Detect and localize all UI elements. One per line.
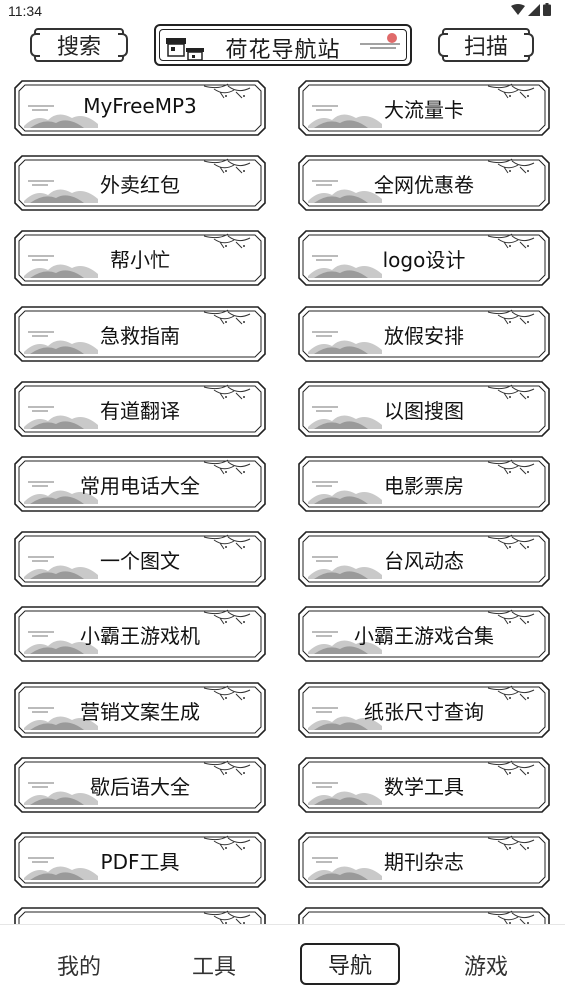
- tool-card[interactable]: [14, 907, 266, 924]
- tool-card[interactable]: [298, 907, 550, 924]
- nav-tools[interactable]: 工具: [164, 949, 264, 981]
- title-box: 荷花导航站: [154, 24, 412, 66]
- tool-card-label: logo设计: [382, 248, 466, 273]
- tool-card-label: 小霸王游戏合集: [354, 624, 494, 649]
- search-button[interactable]: 搜索: [34, 28, 124, 62]
- tool-card[interactable]: 放假安排: [298, 305, 550, 362]
- status-icons: [511, 3, 551, 16]
- card-frame: [298, 907, 550, 924]
- nav-navigation[interactable]: 导航: [300, 943, 400, 985]
- card-frame: [14, 907, 266, 924]
- tool-card[interactable]: 台风动态: [298, 531, 550, 588]
- status-time: 11:34: [8, 3, 42, 19]
- tool-card-label: 期刊杂志: [384, 850, 464, 874]
- scan-button-label: 扫描: [463, 35, 508, 60]
- tool-card[interactable]: 外卖红包: [14, 155, 266, 212]
- tool-card[interactable]: 全网优惠卷: [298, 155, 550, 212]
- nav-navigation-label: 导航: [327, 954, 372, 979]
- tool-card-label: 外卖红包: [100, 173, 180, 198]
- tool-card-label: PDF工具: [100, 850, 180, 874]
- bottom-nav: 我的 工具 导航 游戏: [0, 924, 565, 1005]
- tool-card[interactable]: logo设计: [298, 230, 550, 287]
- scan-button[interactable]: 扫描: [442, 28, 530, 62]
- tool-card-label: 急救指南: [100, 323, 180, 348]
- tool-card[interactable]: 以图搜图: [298, 380, 550, 437]
- tool-card-label: 小霸王游戏机: [80, 624, 200, 649]
- battery-icon: [543, 3, 551, 16]
- tool-card-label: 数学工具: [384, 774, 464, 799]
- tool-card-label: 有道翻译: [100, 398, 180, 423]
- tool-card-label: 歇后语大全: [90, 774, 190, 799]
- tool-card[interactable]: 一个图文: [14, 531, 266, 588]
- tool-card-label: 台风动态: [384, 549, 464, 574]
- tool-card-label: 营销文案生成: [80, 699, 200, 724]
- tool-card[interactable]: 急救指南: [14, 305, 266, 362]
- tool-card[interactable]: 小霸王游戏合集: [298, 606, 550, 663]
- signal-icon: [528, 3, 540, 16]
- tool-card[interactable]: 电影票房: [298, 456, 550, 512]
- tool-card[interactable]: 大流量卡: [298, 80, 550, 136]
- tool-card[interactable]: MyFreeMP3: [14, 80, 266, 136]
- tool-card[interactable]: PDF工具: [14, 832, 266, 888]
- tool-card-label: 帮小忙: [110, 248, 170, 273]
- tool-card-label: 纸张尺寸查询: [364, 699, 484, 724]
- tool-card[interactable]: 歇后语大全: [14, 756, 266, 813]
- tool-card-label: 常用电话大全: [80, 474, 200, 498]
- tool-grid: MyFreeMP3 大流量卡外卖红包 全网优惠卷帮小忙 logo设计急救指南 放假安排有…: [0, 80, 565, 924]
- nav-games[interactable]: 游戏: [436, 949, 536, 981]
- tool-card[interactable]: 期刊杂志: [298, 832, 550, 888]
- tool-card-label: 大流量卡: [384, 98, 464, 122]
- tool-card[interactable]: 帮小忙: [14, 230, 266, 287]
- tool-card[interactable]: 数学工具: [298, 756, 550, 813]
- tool-card[interactable]: 营销文案生成: [14, 681, 266, 738]
- tool-card[interactable]: 纸张尺寸查询: [298, 681, 550, 738]
- header: 搜索 荷花导航站 扫描: [0, 22, 565, 70]
- search-button-label: 搜索: [56, 35, 101, 60]
- status-bar: 11:34: [0, 0, 565, 22]
- wifi-icon: [511, 3, 525, 15]
- nav-mine[interactable]: 我的: [29, 949, 129, 981]
- tool-card-label: 全网优惠卷: [374, 173, 474, 198]
- sun-icon: [360, 33, 400, 49]
- tool-card-label: MyFreeMP3: [83, 94, 197, 118]
- tool-card[interactable]: 小霸王游戏机: [14, 606, 266, 663]
- tool-card-label: 电影票房: [384, 474, 464, 498]
- tool-card-label: 放假安排: [384, 323, 464, 348]
- tool-card-label: 一个图文: [100, 549, 180, 574]
- tool-card[interactable]: 常用电话大全: [14, 456, 266, 512]
- tool-card[interactable]: 有道翻译: [14, 380, 266, 437]
- tool-card-label: 以图搜图: [384, 398, 464, 423]
